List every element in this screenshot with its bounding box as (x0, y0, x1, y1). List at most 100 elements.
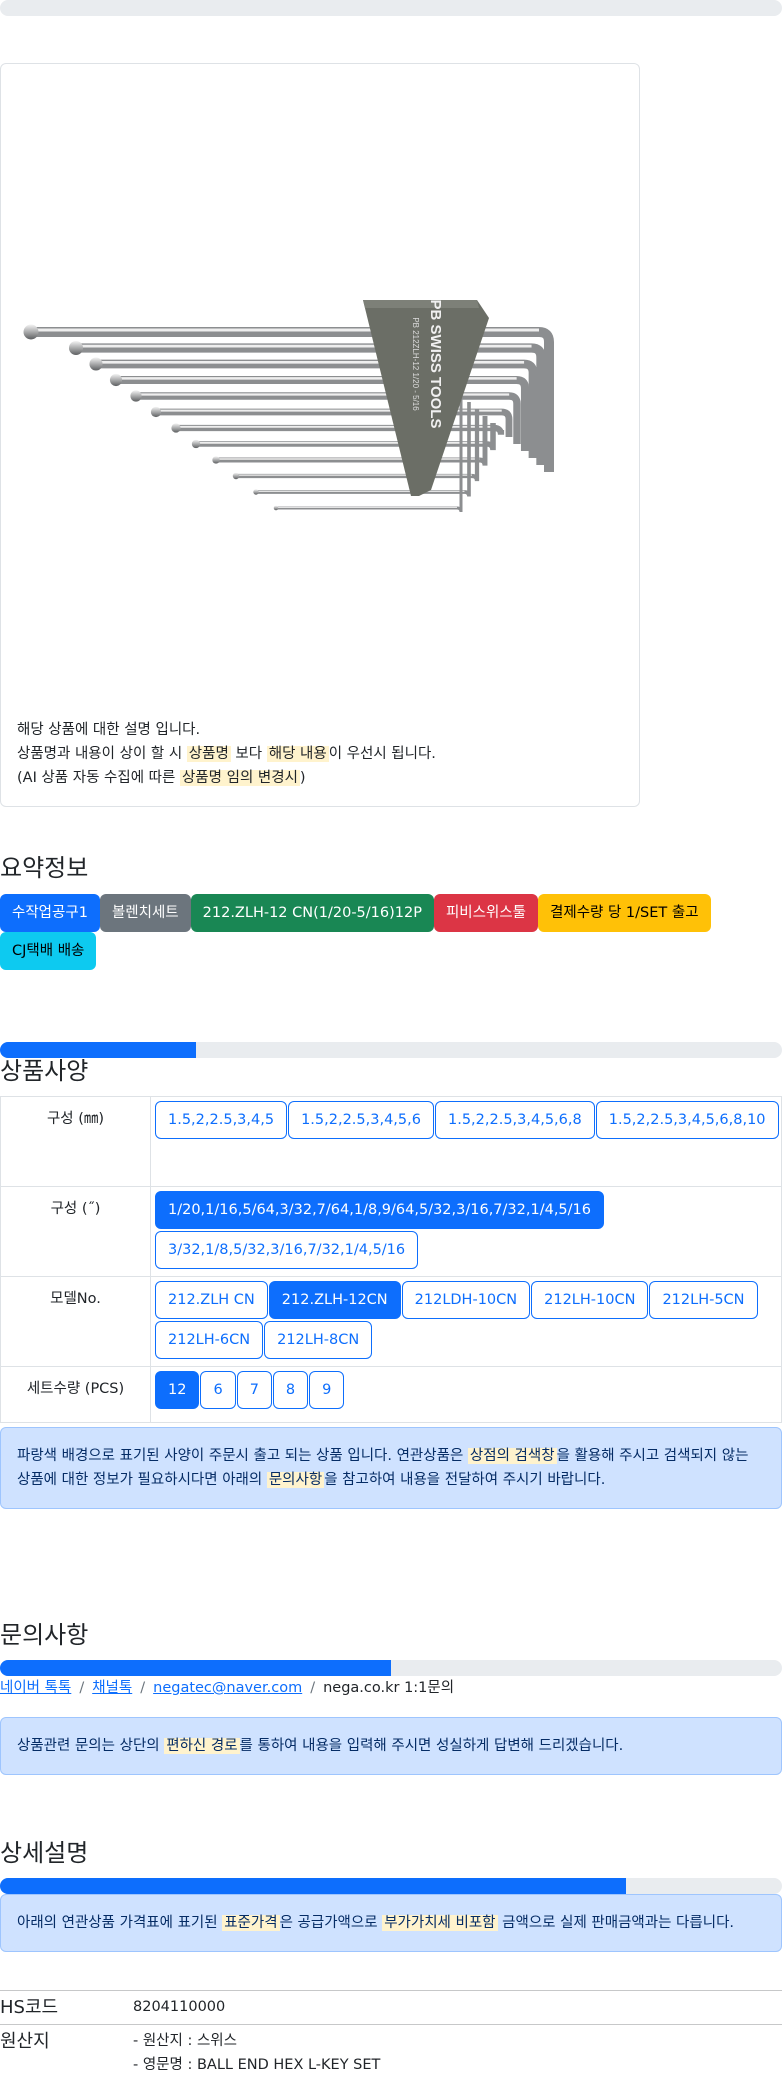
spec-option-button[interactable]: 212LH-8CN (264, 1321, 372, 1359)
description-text: 상품명과 내용이 상이 할 시 (17, 746, 187, 762)
detail-notice-highlight: 부가가치세 비포함 (382, 1915, 497, 1931)
detail-notice-body: 아래의 연관상품 가격표에 표기된 표준가격은 공급가액으로 부가가치세 비포함… (17, 1911, 734, 1935)
detail-notice-text: 금액으로 실제 판매금액과는 다릅니다. (498, 1915, 734, 1931)
spec-option-button[interactable]: 3/32,1/8,5/32,3/16,7/32,1/4,5/16 (155, 1231, 418, 1269)
inquiry-notice-text: 상품관련 문의는 상단의 (17, 1738, 164, 1754)
spec-option-button[interactable]: 1/20,1/16,5/64,3/32,7/64,1/8,9/64,5/32,3… (155, 1191, 604, 1229)
inquiry-notice-text: 를 통하여 내용을 입력해 주시면 성실하게 답변해 드리겠습니다. (240, 1738, 624, 1754)
description-text: 보다 (231, 746, 267, 762)
spec-option-group: 1.5,2,2.5,3,4,51.5,2,2.5,3,4,5,61.5,2,2.… (155, 1101, 781, 1141)
spec-option-group: 126789 (155, 1371, 781, 1411)
inquiry-notice-highlight: 편하신 경로 (164, 1738, 239, 1754)
specs-notice: 파랑색 배경으로 표기된 사양이 주문시 출고 되는 상품 입니다. 연관상품은… (0, 1427, 782, 1509)
specs-notice-highlight: 상점의 검색창 (468, 1448, 557, 1464)
detail-notice: 아래의 연관상품 가격표에 표기된 표준가격은 공급가액으로 부가가치세 비포함… (0, 1894, 782, 1952)
info-row: 원산지- 원산지 : 스위스- 영문명 : BALL END HEX L-KEY… (0, 2025, 782, 2077)
description-highlight: 상품명 (187, 746, 231, 762)
spec-options: 212.ZLH CN212.ZLH-12CN212LDH-10CN212LH-1… (151, 1277, 782, 1367)
holder-model-text: PB 212ZLH-12 1/20 - 5/16 (411, 317, 420, 411)
spec-option-button[interactable]: 9 (309, 1371, 344, 1409)
breadcrumb-separator: / (302, 1680, 323, 1696)
specs-notice-text: 파랑색 배경으로 표기된 사양이 주문시 출고 되는 상품 입니다. 연관상품은 (17, 1448, 468, 1464)
inquiry-links: 네이버 톡톡/채널톡/negatec@naver.com/nega.co.kr … (0, 1677, 454, 1699)
detail-notice-text: 은 공급가액으로 (280, 1915, 383, 1931)
spec-option-button[interactable]: 212LH-5CN (649, 1281, 757, 1319)
spec-option-button[interactable]: 212.ZLH-12CN (269, 1281, 401, 1319)
specs-notice-body: 파랑색 배경으로 표기된 사양이 주문시 출고 되는 상품 입니다. 연관상품은… (17, 1444, 765, 1492)
spec-row: 구성 (㎜)1.5,2,2.5,3,4,51.5,2,2.5,3,4,5,61.… (1, 1097, 782, 1187)
spec-options: 126789 (151, 1367, 782, 1423)
detail-title: 상세설명 (0, 1838, 88, 1868)
spec-label: 구성 (˝) (1, 1187, 151, 1277)
inquiry-link[interactable]: 채널톡 (92, 1680, 132, 1696)
summary-badges: 수작업공구1볼렌치세트212.ZLH-12 CN(1/20-5/16)12P피비… (0, 894, 782, 970)
spec-label: 모델No. (1, 1277, 151, 1367)
info-value: - 원산지 : 스위스- 영문명 : BALL END HEX L-KEY SE… (133, 2025, 782, 2077)
spec-row: 세트수량 (PCS)126789 (1, 1367, 782, 1423)
summary-badge: 결제수량 당 1/SET 출고 (538, 894, 711, 932)
detail-progress-bar (0, 1878, 782, 1894)
inquiry-progress-bar (0, 1660, 782, 1676)
breadcrumb-separator: / (132, 1680, 153, 1696)
breadcrumb-separator: / (71, 1680, 92, 1696)
description-text: (AI 상품 자동 수집에 따른 (17, 770, 180, 786)
spec-option-button[interactable]: 212LH-10CN (531, 1281, 648, 1319)
spec-option-button[interactable]: 8 (273, 1371, 308, 1409)
description-line: 해당 상품에 대한 설명 입니다. (17, 718, 436, 742)
hex-key-set-image: PB SWISS TOOLS PB 212ZLH-12 1/20 - 5/16 (1, 64, 641, 808)
top-progress-bar (0, 0, 782, 16)
description-text: ) (300, 770, 306, 786)
spec-options: 1/20,1/16,5/64,3/32,7/64,1/8,9/64,5/32,3… (151, 1187, 782, 1277)
spec-option-button[interactable]: 1.5,2,2.5,3,4,5,6 (288, 1101, 434, 1139)
inquiry-notice-body: 상품관련 문의는 상단의 편하신 경로를 통하여 내용을 입력해 주시면 성실하… (17, 1734, 623, 1758)
holder-brand-text: PB SWISS TOOLS (427, 300, 444, 429)
specs-notice-highlight: 문의사항 (267, 1472, 324, 1488)
description-text: 이 우선시 됩니다. (329, 746, 436, 762)
description-line: (AI 상품 자동 수집에 따른 상품명 임의 변경시) (17, 766, 436, 790)
info-value: 8204110000 (133, 1991, 782, 2025)
summary-badge: 수작업공구1 (0, 894, 100, 932)
spec-label: 세트수량 (PCS) (1, 1367, 151, 1423)
spec-option-button[interactable]: 1.5,2,2.5,3,4,5 (155, 1101, 287, 1139)
spec-option-button[interactable]: 212LDH-10CN (402, 1281, 530, 1319)
spec-option-group: 1/20,1/16,5/64,3/32,7/64,1/8,9/64,5/32,3… (155, 1191, 781, 1271)
description-line: 상품명과 내용이 상이 할 시 상품명 보다 해당 내용이 우선시 됩니다. (17, 742, 436, 766)
spec-options: 1.5,2,2.5,3,4,51.5,2,2.5,3,4,5,61.5,2,2.… (151, 1097, 782, 1187)
spec-row: 모델No.212.ZLH CN212.ZLH-12CN212LDH-10CN21… (1, 1277, 782, 1367)
inquiry-link[interactable]: negatec@naver.com (153, 1680, 302, 1696)
specs-title: 상품사양 (0, 1056, 88, 1086)
spec-label: 구성 (㎜) (1, 1097, 151, 1187)
info-label: 원산지 (0, 2025, 133, 2077)
spec-option-button[interactable]: 1.5,2,2.5,3,4,5,6,8,10 (596, 1101, 779, 1139)
info-label: HS코드 (0, 1991, 133, 2025)
spec-option-button[interactable]: 212LH-6CN (155, 1321, 263, 1359)
inquiry-link[interactable]: 네이버 톡톡 (0, 1680, 71, 1696)
spec-option-button[interactable]: 1.5,2,2.5,3,4,5,6,8 (435, 1101, 595, 1139)
info-value-line: - 원산지 : 스위스 (133, 2029, 782, 2053)
specs-notice-text: 을 참고하여 내용을 전달하여 주시기 바랍니다. (324, 1472, 605, 1488)
inquiry-text: nega.co.kr 1:1문의 (323, 1680, 454, 1696)
spec-row: 구성 (˝)1/20,1/16,5/64,3/32,7/64,1/8,9/64,… (1, 1187, 782, 1277)
info-row: HS코드8204110000 (0, 1991, 782, 2025)
specs-progress-bar (0, 1042, 782, 1058)
summary-badge: 212.ZLH-12 CN(1/20-5/16)12P (191, 894, 434, 932)
description-highlight: 해당 내용 (267, 746, 329, 762)
product-description: 해당 상품에 대한 설명 입니다. 상품명과 내용이 상이 할 시 상품명 보다 … (17, 718, 436, 790)
spec-option-button[interactable]: 212.ZLH CN (155, 1281, 268, 1319)
spec-option-group: 212.ZLH CN212.ZLH-12CN212LDH-10CN212LH-1… (155, 1281, 781, 1361)
spec-option-button[interactable]: 6 (200, 1371, 235, 1409)
product-image-card: PB SWISS TOOLS PB 212ZLH-12 1/20 - 5/16 … (0, 63, 640, 807)
spec-option-button[interactable]: 7 (237, 1371, 272, 1409)
description-text: 해당 상품에 대한 설명 입니다. (17, 722, 200, 738)
product-info-table: HS코드8204110000원산지- 원산지 : 스위스- 영문명 : BALL… (0, 1990, 782, 2077)
inquiry-title: 문의사항 (0, 1620, 88, 1650)
summary-badge: CJ택배 배송 (0, 932, 96, 970)
summary-title: 요약정보 (0, 853, 88, 883)
summary-badge: 볼렌치세트 (100, 894, 191, 932)
spec-option-button[interactable]: 12 (155, 1371, 199, 1409)
info-value-line: - 영문명 : BALL END HEX L-KEY SET (133, 2053, 782, 2077)
spec-table: 구성 (㎜)1.5,2,2.5,3,4,51.5,2,2.5,3,4,5,61.… (0, 1096, 782, 1423)
description-highlight: 상품명 임의 변경시 (180, 770, 300, 786)
inquiry-notice: 상품관련 문의는 상단의 편하신 경로를 통하여 내용을 입력해 주시면 성실하… (0, 1717, 782, 1775)
info-value-line: 8204110000 (133, 1995, 782, 2019)
